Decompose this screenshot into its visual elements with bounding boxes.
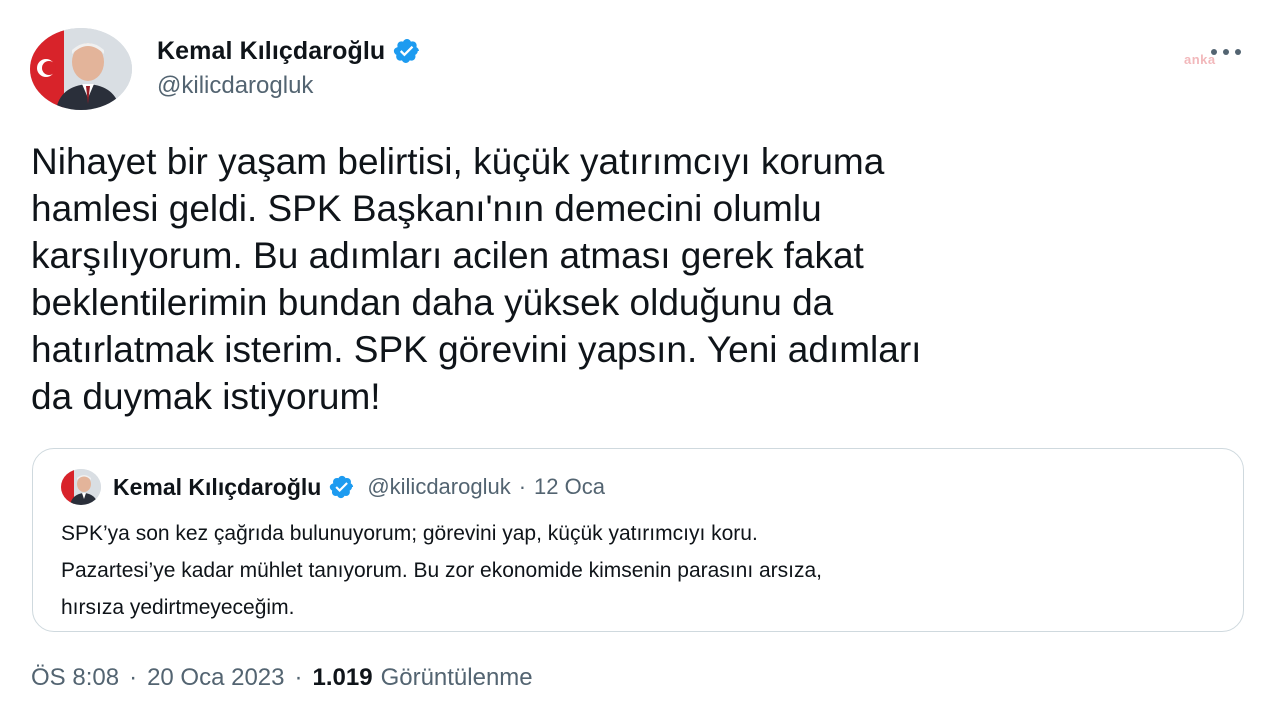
author-avatar[interactable] [30,28,132,110]
tweet-text: Nihayet bir yaşam belirtisi, küçük yatır… [31,141,922,417]
quoted-tweet-text: SPK’ya son kez çağrıda bulunuyorum; göre… [61,522,823,619]
author-block: Kemal Kılıçdaroğlu @kilicdarogluk [157,34,421,100]
footer-separator: · [294,664,303,691]
tweet-view: Kemal Kılıçdaroğlu @kilicdarogluk anka N… [0,0,1280,720]
footer-separator: · [129,664,138,691]
tweet-footer: ÖS 8:08 · 20 Oca 2023 · 1.019 Görüntülen… [31,664,533,692]
author-name-row: Kemal Kılıçdaroğlu [157,34,421,68]
author-display-name[interactable]: Kemal Kılıçdaroğlu [157,37,385,66]
more-options-button[interactable] [1206,40,1246,66]
verified-badge-icon [393,37,421,65]
tweet-time[interactable]: ÖS 8:08 [31,664,119,692]
more-dots-icon [1209,44,1243,62]
views-count: 1.019 [312,664,373,691]
quoted-author-avatar[interactable] [61,469,101,505]
quoted-tweet-meta: @kilicdarogluk · 12 Oca [367,474,605,500]
author-handle[interactable]: @kilicdarogluk [157,72,421,100]
quoted-tweet-date[interactable]: 12 Oca [534,474,605,499]
quoted-tweet-header: Kemal Kılıçdaroğlu @kilicdarogluk · 12 Oca [61,469,605,505]
views-label[interactable]: Görüntülenme [381,664,533,692]
quoted-tweet-card[interactable]: Kemal Kılıçdaroğlu @kilicdarogluk · 12 Oca… [32,448,1244,632]
tweet-date[interactable]: 20 Oca 2023 [147,664,284,692]
quoted-author-handle[interactable]: @kilicdarogluk [367,474,510,499]
quoted-author-display-name[interactable]: Kemal Kılıçdaroğlu [113,474,321,501]
meta-separator: · [518,474,527,499]
verified-badge-icon [329,474,355,500]
